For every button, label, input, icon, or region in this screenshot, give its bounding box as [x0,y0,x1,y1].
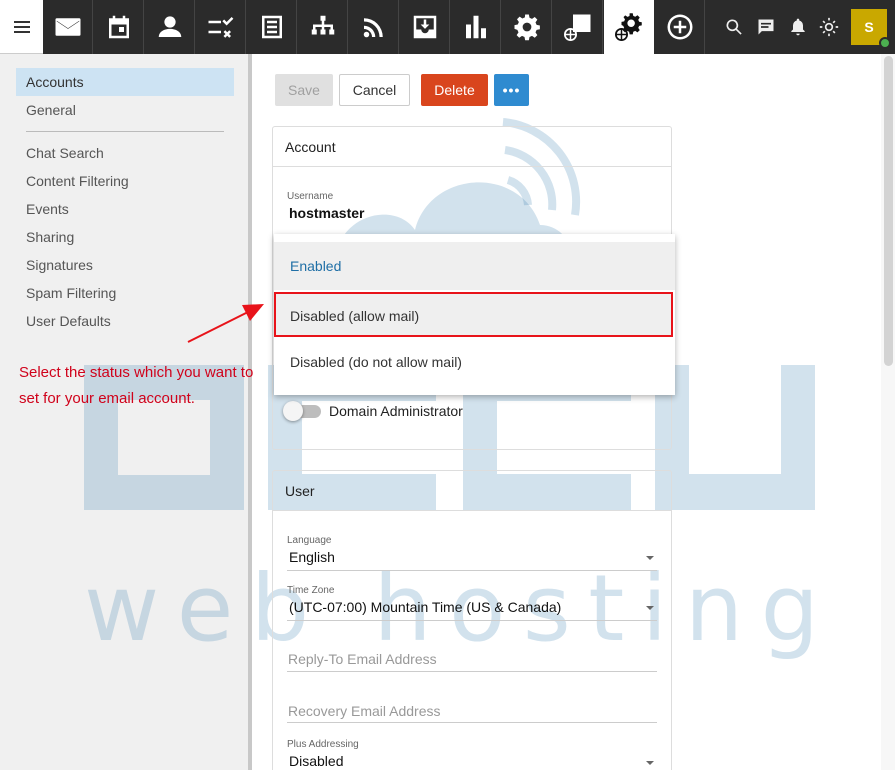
plus-addressing-select[interactable]: Disabled [289,753,343,769]
notes-icon[interactable] [247,0,297,54]
status-dropdown: Enabled Disabled (allow mail) Disabled (… [274,234,675,395]
sidebar-item-signatures[interactable]: Signatures [16,251,234,279]
search-icon[interactable] [718,0,750,54]
recovery-email-field[interactable]: Recovery Email Address [288,703,441,719]
top-toolbar: S [0,0,895,54]
calendar-icon[interactable] [94,0,144,54]
sidebar-item-sharing[interactable]: Sharing [16,223,234,251]
language-underline [287,570,657,571]
chevron-down-icon[interactable] [646,556,654,560]
recovery-underline [287,722,657,723]
username-value: hostmaster [289,205,365,221]
contacts-icon[interactable] [145,0,195,54]
status-option-disabled-allow-mail[interactable]: Disabled (allow mail) [274,292,673,337]
hamburger-icon[interactable] [0,0,43,54]
settings-icon[interactable] [502,0,552,54]
user-card-title: User [273,471,671,511]
tasks-icon[interactable] [196,0,246,54]
save-button[interactable]: Save [275,74,333,106]
language-label: Language [287,535,332,546]
timezone-underline [287,620,657,621]
rss-icon[interactable] [349,0,399,54]
theme-icon[interactable] [813,0,845,54]
timezone-label: Time Zone [287,585,335,596]
status-option-enabled[interactable]: Enabled [274,242,675,290]
add-icon[interactable] [655,0,705,54]
mail-icon[interactable] [43,0,93,54]
cancel-button[interactable]: Cancel [339,74,410,106]
username-label: Username [287,191,334,202]
domain-admin-toggle-knob[interactable] [283,401,303,421]
domain-settings-icon[interactable] [604,0,654,54]
sidebar-item-general[interactable]: General [16,96,234,124]
domain-reports-icon[interactable] [553,0,603,54]
online-status-indicator [879,37,891,49]
chat-icon[interactable] [750,0,782,54]
sidebar-item-events[interactable]: Events [16,195,234,223]
notifications-icon[interactable] [782,0,814,54]
domain-admin-label: Domain Administrator [329,403,463,419]
sidebar-resize-handle[interactable] [248,54,252,770]
avatar[interactable]: S [851,9,891,49]
sidebar-separator [26,131,224,132]
archive-icon[interactable] [400,0,450,54]
chevron-down-icon[interactable] [646,606,654,610]
reply-to-email-field[interactable]: Reply-To Email Address [288,651,437,667]
sidebar-item-chat-search[interactable]: Chat Search [16,139,234,167]
avatar-initial: S [864,19,874,35]
language-select[interactable]: English [289,549,335,565]
organization-icon[interactable] [298,0,348,54]
scrollbar-thumb[interactable] [884,56,893,366]
sidebar-item-content-filtering[interactable]: Content Filtering [16,167,234,195]
delete-button[interactable]: Delete [421,74,488,106]
annotation-arrow [187,304,264,343]
plus-addressing-label: Plus Addressing [287,739,359,750]
more-actions-button[interactable]: ••• [494,74,529,106]
reply-to-underline [287,671,657,672]
account-card-title: Account [273,127,671,167]
reports-icon[interactable] [451,0,501,54]
instruction-annotation: Select the status which you want to set … [19,364,254,407]
status-option-disabled-no-mail[interactable]: Disabled (do not allow mail) [274,338,675,386]
timezone-select[interactable]: (UTC-07:00) Mountain Time (US & Canada) [289,599,561,615]
sidebar-item-accounts[interactable]: Accounts [16,68,234,96]
chevron-down-icon[interactable] [646,761,654,765]
